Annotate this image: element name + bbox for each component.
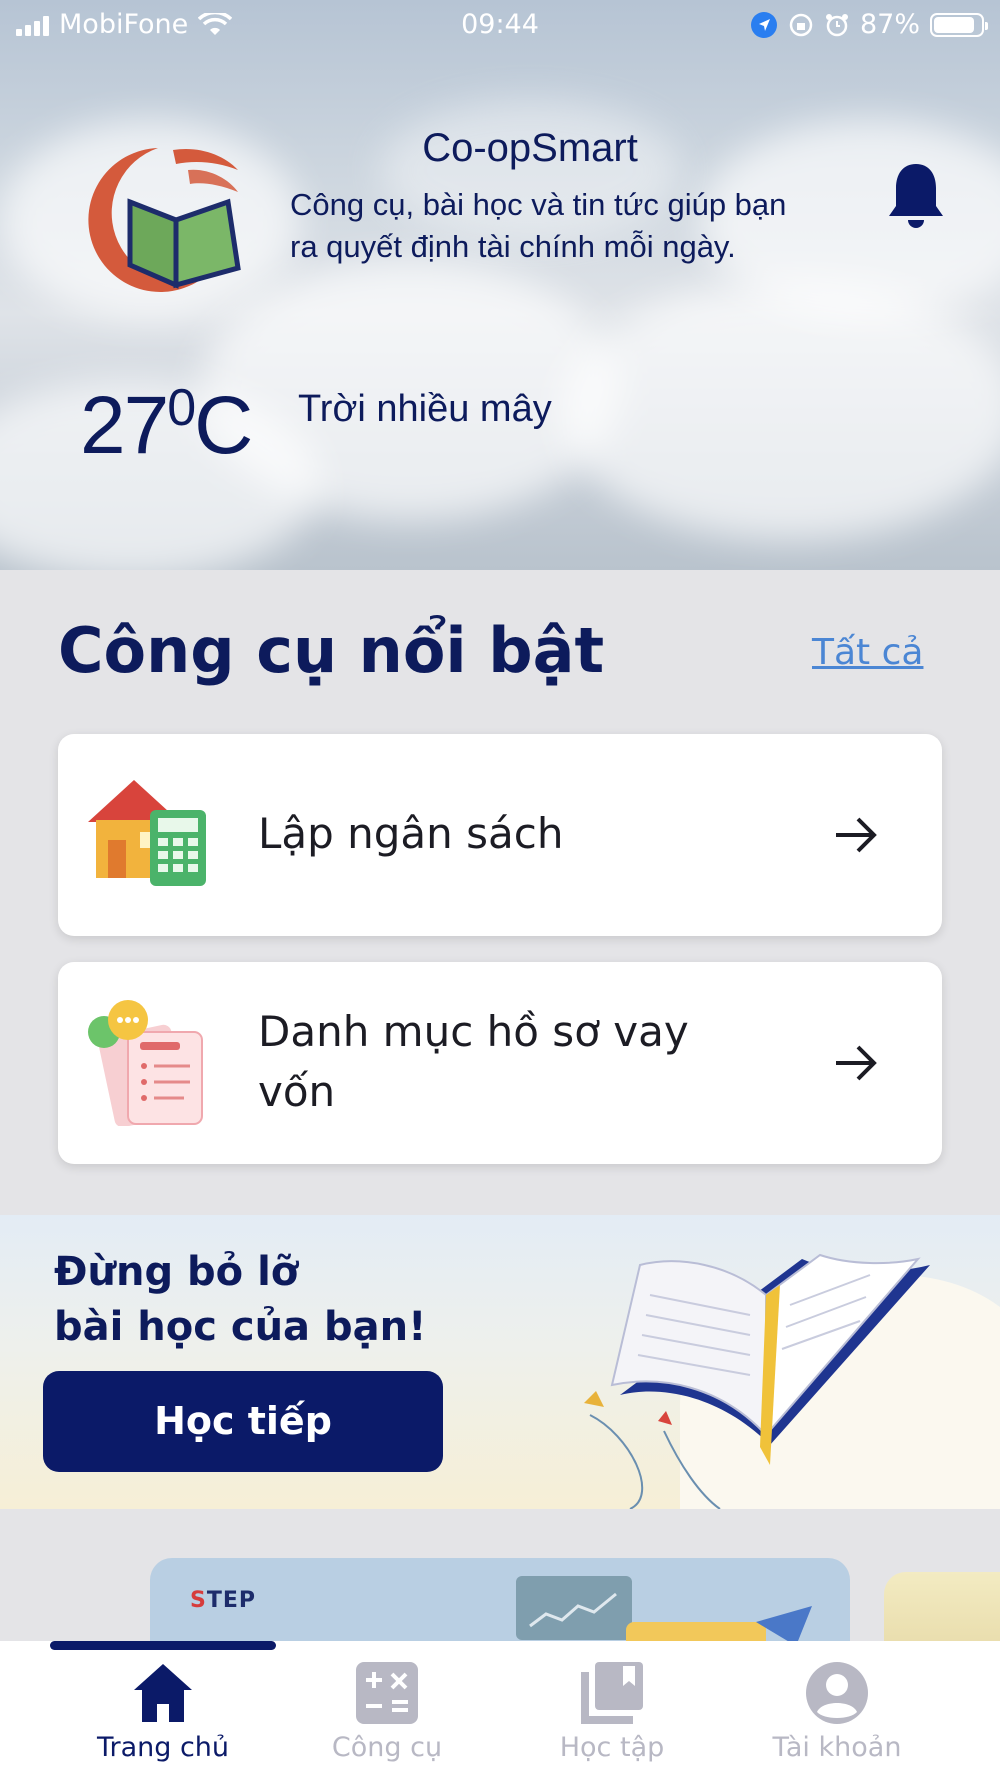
loan-documents-card[interactable]: Danh mục hồ sơ vay vốn [58, 962, 942, 1164]
open-book-illustration [584, 1253, 930, 1509]
status-bar: MobiFone 09:44 87% [0, 0, 1000, 50]
budget-card[interactable]: Lập ngân sách [58, 734, 942, 936]
active-tab-indicator [50, 1641, 276, 1650]
battery-percent: 87% [859, 9, 920, 40]
banner-title: Đừng bỏ lỡ bài học của bạn! [54, 1249, 427, 1350]
step-logo: STEP [190, 1588, 257, 1613]
featured-tools-title: Công cụ nổi bật [58, 614, 605, 687]
continue-learning-banner: Đừng bỏ lỡ bài học của bạn! Học tiếp [0, 1215, 1000, 1509]
app-tagline: Công cụ, bài học và tin tức giúp bạn ra … [290, 187, 787, 264]
tab-home[interactable]: Trang chủ [53, 1660, 273, 1763]
alarm-icon [825, 13, 848, 36]
continue-learning-button[interactable]: Học tiếp [43, 1371, 443, 1472]
tab-account[interactable]: Tài khoản [727, 1660, 947, 1763]
app-name: Co-opSmart [422, 126, 638, 170]
arrow-right-icon [836, 817, 877, 853]
hero-header: MobiFone 09:44 87% Co-opSmart Công cụ, b… [0, 0, 1000, 570]
arrow-right-icon [836, 1045, 877, 1081]
loan-documents-card-label: Danh mục hồ sơ vay vốn [258, 1007, 689, 1116]
tab-learning[interactable]: Học tập [502, 1660, 722, 1763]
notification-bell-icon[interactable] [886, 160, 946, 232]
account-icon [806, 1662, 868, 1724]
rotation-lock-icon [789, 13, 813, 36]
weather-description: Trời nhiều mây [298, 388, 552, 430]
loan-documents-icon [88, 1000, 203, 1126]
calculator-icon [356, 1662, 418, 1724]
house-calculator-icon [88, 780, 206, 886]
battery-icon [930, 12, 988, 37]
tab-tools[interactable]: Công cụ [277, 1660, 497, 1763]
budget-card-label: Lập ngân sách [258, 809, 564, 858]
see-all-link[interactable]: Tất cả [812, 632, 923, 673]
co-opsmart-logo [88, 148, 241, 292]
library-icon [581, 1662, 643, 1724]
temperature: 270C [80, 379, 253, 471]
location-icon [750, 11, 777, 38]
home-icon [134, 1664, 192, 1722]
